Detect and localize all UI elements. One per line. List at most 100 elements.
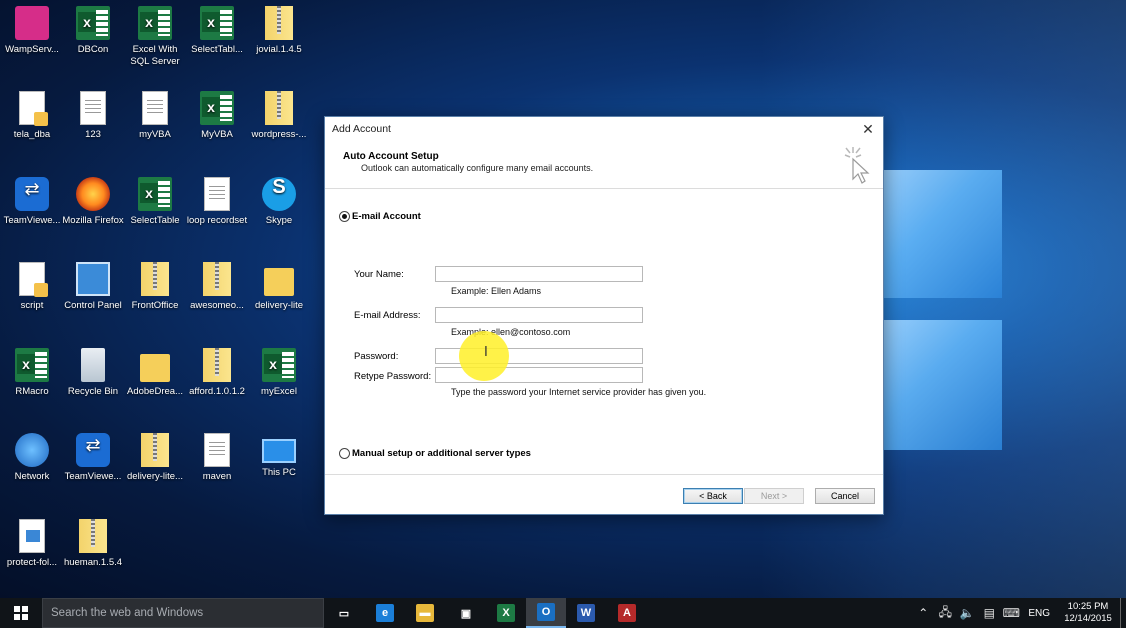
- desktop-icon[interactable]: This PC: [248, 433, 310, 479]
- desktop-icon[interactable]: myExcel: [248, 348, 310, 398]
- desktop-icon[interactable]: RMacro: [1, 348, 63, 398]
- desktop-icon[interactable]: tela_dba: [1, 91, 63, 141]
- document-icon: [142, 91, 168, 125]
- taskbar-app-file-explorer[interactable]: ▬: [405, 598, 445, 628]
- taskbar: Search the web and Windows ▭ e ▬ ▣ X O W A ⌃ 🖧 …: [0, 598, 1126, 628]
- keyboard-icon[interactable]: ⌨: [1000, 606, 1022, 620]
- desktop-icon-label: Control Panel: [64, 300, 122, 311]
- desktop-icon[interactable]: Skype: [248, 177, 310, 227]
- desktop-icon[interactable]: Mozilla Firefox: [62, 177, 124, 227]
- dialog-header: Auto Account Setup Outlook can automatic…: [325, 141, 883, 189]
- folder-icon: [140, 354, 170, 382]
- wamp-icon: [15, 6, 49, 40]
- store-icon: ▣: [457, 604, 475, 622]
- desktop-icon[interactable]: TeamViewe...: [62, 433, 124, 483]
- chevron-up-icon[interactable]: ⌃: [912, 606, 934, 620]
- system-tray: ⌃ 🖧 🔈 ▤ ⌨ ENG 10:25 PM 12/14/2015: [912, 598, 1126, 628]
- desktop-icon[interactable]: DBCon: [62, 6, 124, 56]
- desktop: WampServ... DBCon Excel With SQL Server Sel…: [0, 0, 1126, 598]
- email-address-input[interactable]: [435, 307, 643, 323]
- desktop-icon-label: maven: [202, 471, 232, 482]
- desktop-icon[interactable]: Recycle Bin: [62, 348, 124, 398]
- desktop-icon[interactable]: 123: [62, 91, 124, 141]
- excel-icon: [200, 91, 234, 125]
- task-view-icon: ▭: [335, 604, 353, 622]
- password-hint: Type the password your Internet service …: [451, 387, 707, 397]
- desktop-icon[interactable]: myVBA: [124, 91, 186, 141]
- desktop-icon[interactable]: Control Panel: [62, 262, 124, 312]
- show-desktop-button[interactable]: [1120, 598, 1126, 628]
- desktop-icon-label: WampServ...: [5, 44, 59, 55]
- language-indicator[interactable]: ENG: [1022, 608, 1058, 619]
- desktop-icon[interactable]: jovial.1.4.5: [248, 6, 310, 56]
- folder-icon: [264, 268, 294, 296]
- desktop-icon[interactable]: MyVBA: [186, 91, 248, 141]
- desktop-icon-label: This PC: [262, 467, 296, 478]
- manual-setup-label: Manual setup or additional server types: [352, 448, 531, 459]
- desktop-icon[interactable]: Excel With SQL Server: [124, 6, 186, 68]
- taskbar-app-store[interactable]: ▣: [446, 598, 486, 628]
- word-icon: W: [577, 604, 595, 622]
- desktop-icon[interactable]: loop recordset: [186, 177, 248, 227]
- desktop-icon[interactable]: delivery-lite: [248, 262, 310, 312]
- email-account-radio[interactable]: [339, 211, 350, 222]
- desktop-icon-label: MyVBA: [201, 129, 233, 140]
- header-title: Auto Account Setup: [343, 151, 439, 162]
- desktop-icon[interactable]: maven: [186, 433, 248, 483]
- desktop-icon-label: delivery-lite...: [127, 471, 183, 482]
- close-icon[interactable]: ✕: [859, 120, 877, 138]
- network-icon: [15, 433, 49, 467]
- desktop-icon[interactable]: afford.1.0.1.2: [186, 348, 248, 398]
- taskbar-app-excel[interactable]: X: [486, 598, 526, 628]
- excel-icon: [138, 177, 172, 211]
- desktop-icon[interactable]: wordpress-...: [248, 91, 310, 141]
- windows-logo-icon: [14, 606, 28, 620]
- next-button[interactable]: Next >: [744, 488, 804, 504]
- dialog-footer: < Back Next > Cancel: [325, 474, 883, 514]
- desktop-icon[interactable]: script: [1, 262, 63, 312]
- taskbar-app-task-view[interactable]: ▭: [324, 598, 364, 628]
- desktop-icon[interactable]: WampServ...: [1, 6, 63, 56]
- taskbar-app-edge[interactable]: e: [365, 598, 405, 628]
- document-icon: [204, 433, 230, 467]
- email-address-label: E-mail Address:: [354, 310, 421, 321]
- desktop-icon[interactable]: AdobeDrea...: [124, 348, 186, 398]
- back-button[interactable]: < Back: [683, 488, 743, 504]
- volume-icon[interactable]: 🔈: [956, 606, 978, 620]
- desktop-icon[interactable]: SelectTabl...: [186, 6, 248, 56]
- desktop-icon-label: RMacro: [15, 386, 49, 397]
- your-name-input[interactable]: [435, 266, 643, 282]
- recycle-bin-icon: [81, 348, 105, 382]
- desktop-icon-label: Mozilla Firefox: [62, 215, 124, 226]
- network-tray-icon[interactable]: 🖧: [934, 603, 956, 624]
- your-name-hint: Example: Ellen Adams: [451, 286, 542, 296]
- taskbar-app-outlook[interactable]: O: [526, 598, 566, 628]
- desktop-icon[interactable]: awesomeo...: [186, 262, 248, 312]
- manual-setup-option[interactable]: Manual setup or additional server types: [339, 448, 531, 459]
- teamviewer-icon: [15, 177, 49, 211]
- clock-time: 10:25 PM: [1067, 601, 1109, 612]
- desktop-icon[interactable]: delivery-lite...: [124, 433, 186, 483]
- taskbar-app-word[interactable]: W: [566, 598, 606, 628]
- desktop-icon[interactable]: SelectTable: [124, 177, 186, 227]
- manual-setup-radio[interactable]: [339, 448, 350, 459]
- clock-date: 12/14/2015: [1064, 613, 1112, 624]
- add-account-dialog: Add Account ✕ Auto Account Setup Outlook…: [324, 116, 884, 515]
- taskbar-app-access[interactable]: A: [607, 598, 647, 628]
- this-pc-icon: [262, 439, 296, 463]
- dialog-titlebar[interactable]: Add Account ✕: [325, 117, 883, 141]
- clock[interactable]: 10:25 PM 12/14/2015: [1058, 601, 1118, 625]
- action-center-icon[interactable]: ▤: [978, 606, 1000, 620]
- control-panel-icon: [76, 262, 110, 296]
- desktop-icon-label: delivery-lite: [254, 300, 304, 311]
- desktop-icon[interactable]: hueman.1.5.4: [62, 519, 124, 569]
- email-account-option[interactable]: E-mail Account: [339, 211, 421, 222]
- desktop-icon[interactable]: protect-fol...: [1, 519, 63, 569]
- start-button[interactable]: [0, 598, 42, 628]
- desktop-icon[interactable]: TeamViewe...: [1, 177, 63, 227]
- desktop-icon[interactable]: Network: [1, 433, 63, 483]
- cancel-button[interactable]: Cancel: [815, 488, 875, 504]
- desktop-icon[interactable]: FrontOffice: [124, 262, 186, 312]
- desktop-icon-label: 123: [85, 129, 101, 140]
- taskbar-search-box[interactable]: Search the web and Windows: [42, 598, 324, 628]
